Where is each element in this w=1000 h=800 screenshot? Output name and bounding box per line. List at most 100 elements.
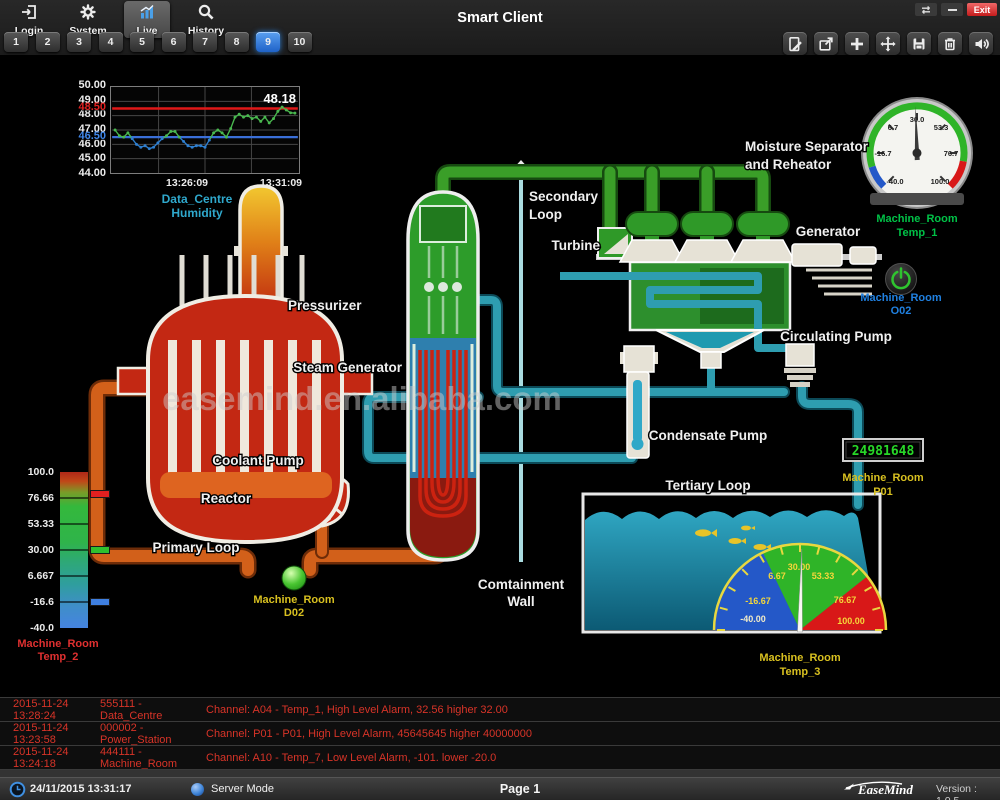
bar-gauge-tick: 100.0 [8,466,54,478]
page-tab-3[interactable]: 3 [67,32,91,52]
top-bar: Login System Live History Smar [0,0,1000,56]
svg-text:Steam Generator: Steam Generator [293,360,403,375]
page-tab-9[interactable]: 9 [256,32,280,52]
bar-gauge-temp2 [60,472,88,628]
live-chart-icon [138,3,156,26]
page-tab-6[interactable]: 6 [162,32,186,52]
move-button[interactable] [876,32,900,55]
page-tab-2[interactable]: 2 [36,32,60,52]
circulating-pump-graphic [784,344,816,387]
bar-gauge-marker [90,598,110,606]
page-tab-7[interactable]: 7 [193,32,217,52]
restore-icon [920,5,932,15]
page-tabs: 123456789 10 [4,32,312,52]
restore-button[interactable] [915,3,937,16]
status-datetime: 24/11/2015 13:31:17 [30,783,132,795]
svg-text:and Reheator: and Reheator [745,157,832,172]
minimize-button[interactable] [941,3,963,16]
semi-tick: 100.00 [837,616,865,626]
page-tab-1[interactable]: 1 [4,32,28,52]
trend-title: Humidity [145,206,249,220]
exit-button[interactable]: Exit [967,3,997,16]
dial-gauge-label: Machine_Room [876,213,958,225]
toolbar [783,32,993,55]
page-tab-5[interactable]: 5 [130,32,154,52]
dial-tick: 30.0 [910,115,925,124]
alarm-list: 2015-11-24 13:28:24555111 - Data_CentreC… [0,697,1000,769]
alarm-row[interactable]: 2015-11-24 13:28:24555111 - Data_CentreC… [0,697,1000,721]
alarm-message: Channel: A04 - Temp_1, High Level Alarm,… [206,704,1000,716]
bar-gauge-tick: 76.66 [8,492,54,504]
search-icon [197,3,215,26]
alarm-time: 2015-11-24 13:23:58 [0,722,100,746]
gear-icon [79,3,97,26]
dial-tick: 100.0 [931,177,950,186]
bar-gauge-tick: 30.00 [8,544,54,556]
semi-tick: 6.67 [768,571,786,581]
save-button[interactable] [907,32,931,55]
alarm-time: 2015-11-24 13:28:24 [0,698,100,722]
semi-tick: 76.67 [834,595,857,605]
export-button[interactable] [814,32,838,55]
semi-tick: -40.00 [740,614,766,624]
coolant-pump-graphic [295,396,348,526]
add-button[interactable] [845,32,869,55]
trend-y-tick: 44.00 [60,167,106,179]
svg-text:Tertiary Loop: Tertiary Loop [665,478,750,493]
login-icon [20,3,38,26]
page-tab-4[interactable]: 4 [99,32,123,52]
delete-button[interactable] [938,32,962,55]
trend-y-tick: 48.50 [60,101,106,113]
export-icon [818,36,834,52]
indicator-label: Machine_Room [253,594,335,606]
trend-title: Data_Centre [145,192,249,206]
alarm-row[interactable]: 2015-11-24 13:24:18444111 - Machine_Room… [0,745,1000,769]
svg-text:Circulating Pump: Circulating Pump [780,329,892,344]
dial-tick: -16.7 [874,149,891,158]
brand-name: EaseMind [857,782,913,797]
containment-wall-graphic [512,160,530,562]
feedwater-pipes [368,300,858,505]
bar-gauge-tick: -16.6 [8,596,54,608]
page-tab-8[interactable]: 8 [225,32,249,52]
page-edit-icon [787,36,803,52]
reactor-graphic [118,255,372,542]
power-button-o02[interactable]: Machine_Room O02 [860,264,942,318]
alarm-list-footer [0,769,1000,777]
floppy-save-icon [911,36,927,52]
volume-button[interactable] [969,32,993,55]
smart-client-window: Login System Live History Smar [0,0,1000,800]
secondary-loop-pipes [443,172,763,230]
svg-text:Comtainment: Comtainment [478,577,565,592]
condenser-graphic [560,262,790,368]
svg-text:Loop: Loop [529,207,562,222]
trend-current-value: 48.18 [250,91,296,106]
digital-display-label: Machine_Room [842,472,924,484]
clock-icon [9,781,26,798]
edit-button[interactable] [783,32,807,55]
svg-text:Turbine: Turbine [552,238,601,253]
turbine-generator-graphic [596,212,882,294]
svg-text:Moisture Separator: Moisture Separator [745,139,869,154]
window-title: Smart Client [400,10,600,26]
svg-text:Secondary: Secondary [529,189,599,204]
bar-gauge-tick: 6.667 [8,570,54,582]
digital-display-value: 24981648 [852,444,915,459]
page-tab-10[interactable]: 10 [288,32,312,52]
semi-gauge-temp3: -40.00 -16.67 6.67 30.00 53.33 76.67 100… [714,544,886,678]
alarm-message: Channel: A10 - Temp_7, Low Level Alarm, … [206,752,1000,764]
watermark: easemind.en.alibaba.com [162,380,562,417]
page-indicator: Page 1 [460,782,580,796]
server-mode-indicator [191,783,204,796]
semi-gauge-label: Temp_3 [780,666,821,678]
dial-tick: 6.7 [888,123,898,132]
move-icon [880,36,896,52]
semi-tick: 53.33 [812,571,835,581]
plus-icon [849,36,865,52]
primary-loop-pipes [97,372,442,570]
alarm-row[interactable]: 2015-11-24 13:23:58000002 - Power_Statio… [0,721,1000,745]
digital-display-label: P01 [873,486,893,498]
trend-x-tick: 13:31:09 [258,177,304,189]
dial-needle [911,106,922,160]
indicator-label: D02 [284,607,304,619]
